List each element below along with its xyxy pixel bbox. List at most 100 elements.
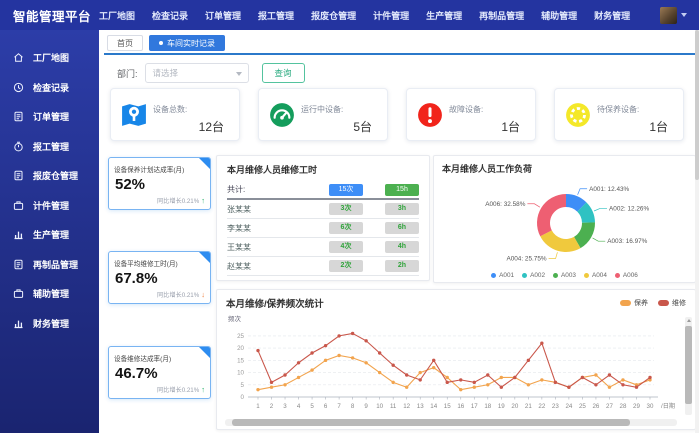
kpi-value: 46.7%: [115, 365, 158, 382]
legend-item[interactable]: A004: [583, 272, 607, 279]
data-point[interactable]: [459, 387, 463, 392]
data-point[interactable]: [337, 353, 341, 358]
data-point[interactable]: [432, 365, 436, 370]
data-point[interactable]: [377, 370, 382, 375]
legend-item-repair[interactable]: 维修: [658, 298, 686, 308]
data-point[interactable]: [540, 378, 544, 382]
data-point[interactable]: [472, 385, 476, 389]
data-point[interactable]: [526, 383, 531, 387]
data-point[interactable]: [391, 380, 395, 385]
sidebar-item-finance[interactable]: 财务管理: [0, 309, 99, 339]
sidebar-item-remanufacture[interactable]: 再制品管理: [0, 250, 99, 280]
data-point[interactable]: [540, 341, 544, 345]
topnav-item-finance[interactable]: 财务管理: [594, 9, 630, 22]
sidebar-item-production[interactable]: 生产管理: [0, 220, 99, 250]
data-point[interactable]: [526, 358, 531, 363]
data-point[interactable]: [445, 375, 449, 380]
legend-marker: [583, 273, 589, 278]
department-select[interactable]: 请选择: [144, 63, 249, 83]
data-point[interactable]: [486, 373, 490, 377]
query-button[interactable]: 查询: [261, 63, 305, 83]
data-point[interactable]: [418, 378, 422, 382]
legend-item[interactable]: A001: [491, 272, 514, 279]
topnav-item-inspection[interactable]: 检查记录: [152, 9, 188, 22]
svg-text:24: 24: [565, 403, 572, 410]
topnav-item-orders[interactable]: 订单管理: [205, 9, 241, 22]
sidebar-item-inspection[interactable]: 检查记录: [0, 73, 99, 103]
data-point[interactable]: [621, 378, 625, 382]
data-point[interactable]: [648, 375, 652, 380]
sidebar-item-factory-map[interactable]: 工厂地图: [0, 43, 99, 73]
user-menu[interactable]: [660, 6, 699, 24]
data-point[interactable]: [310, 351, 314, 355]
data-point[interactable]: [377, 351, 382, 355]
topnav-item-remanufacture[interactable]: 再制品管理: [479, 9, 524, 22]
data-point[interactable]: [621, 383, 625, 387]
data-point[interactable]: [472, 380, 476, 385]
avatar[interactable]: [660, 6, 677, 24]
sidebar-item-auxiliary[interactable]: 辅助管理: [0, 279, 99, 309]
legend-item-maintenance[interactable]: 保养: [620, 298, 648, 308]
donut-slice[interactable]: [540, 230, 581, 252]
data-point[interactable]: [594, 373, 598, 377]
scrollbar-thumb[interactable]: [232, 419, 630, 426]
data-point[interactable]: [486, 383, 490, 387]
donut-slice[interactable]: [537, 194, 566, 237]
data-point[interactable]: [499, 375, 504, 380]
data-point[interactable]: [256, 348, 260, 353]
sidebar-item-work-report[interactable]: 报工管理: [0, 132, 99, 162]
topnav-item-work-report[interactable]: 报工管理: [258, 9, 294, 22]
scrollbar-thumb[interactable]: [695, 30, 699, 180]
data-point[interactable]: [256, 387, 260, 392]
sidebar-item-piecework[interactable]: 计件管理: [0, 191, 99, 221]
tab-home[interactable]: 首页: [107, 35, 143, 51]
tab-workshop-realtime[interactable]: 车间实时记录: [149, 35, 225, 51]
data-point[interactable]: [445, 380, 449, 385]
data-point[interactable]: [634, 385, 639, 389]
data-point[interactable]: [323, 343, 328, 348]
legend-item[interactable]: A003: [553, 272, 576, 279]
data-point[interactable]: [296, 361, 301, 365]
data-point[interactable]: [350, 356, 355, 360]
data-point[interactable]: [459, 378, 463, 382]
data-point[interactable]: [364, 339, 368, 343]
legend-item[interactable]: A002: [522, 272, 545, 279]
data-point[interactable]: [567, 385, 571, 389]
topnav-item-auxiliary[interactable]: 辅助管理: [541, 9, 577, 22]
data-point[interactable]: [364, 361, 368, 365]
data-point[interactable]: [607, 373, 612, 377]
data-point[interactable]: [310, 368, 314, 372]
donut-label: A003: 16.97%: [607, 238, 647, 245]
topnav-item-factory-map[interactable]: 工厂地图: [99, 9, 135, 22]
topnav-item-production[interactable]: 生产管理: [426, 9, 462, 22]
data-point[interactable]: [269, 380, 274, 385]
scrollbar-thumb[interactable]: [685, 326, 692, 404]
page-scrollbar[interactable]: [695, 30, 699, 433]
data-point[interactable]: [350, 331, 355, 336]
data-point[interactable]: [580, 375, 585, 380]
svg-text:9: 9: [364, 403, 368, 410]
horizontal-scrollbar[interactable]: [225, 419, 677, 426]
data-point[interactable]: [607, 385, 612, 389]
data-point[interactable]: [283, 373, 287, 377]
data-point[interactable]: [499, 385, 504, 389]
sidebar-item-scrap-warehouse[interactable]: 报废仓管理: [0, 161, 99, 191]
data-point[interactable]: [283, 383, 287, 387]
vertical-scrollbar[interactable]: [685, 317, 692, 415]
topnav-item-scrap-warehouse[interactable]: 报废仓管理: [311, 9, 356, 22]
data-point[interactable]: [594, 383, 598, 387]
data-point[interactable]: [418, 370, 422, 375]
data-point[interactable]: [269, 385, 274, 389]
legend-item[interactable]: A006: [614, 272, 638, 279]
data-point[interactable]: [337, 334, 341, 338]
data-point[interactable]: [296, 375, 301, 380]
data-point[interactable]: [323, 358, 328, 363]
data-point[interactable]: [391, 363, 395, 367]
data-point[interactable]: [553, 380, 558, 385]
data-point[interactable]: [404, 385, 409, 389]
data-point[interactable]: [513, 375, 517, 380]
data-point[interactable]: [404, 373, 409, 377]
sidebar-item-orders[interactable]: 订单管理: [0, 102, 99, 132]
data-point[interactable]: [432, 358, 436, 363]
topnav-item-piecework[interactable]: 计件管理: [373, 9, 409, 22]
